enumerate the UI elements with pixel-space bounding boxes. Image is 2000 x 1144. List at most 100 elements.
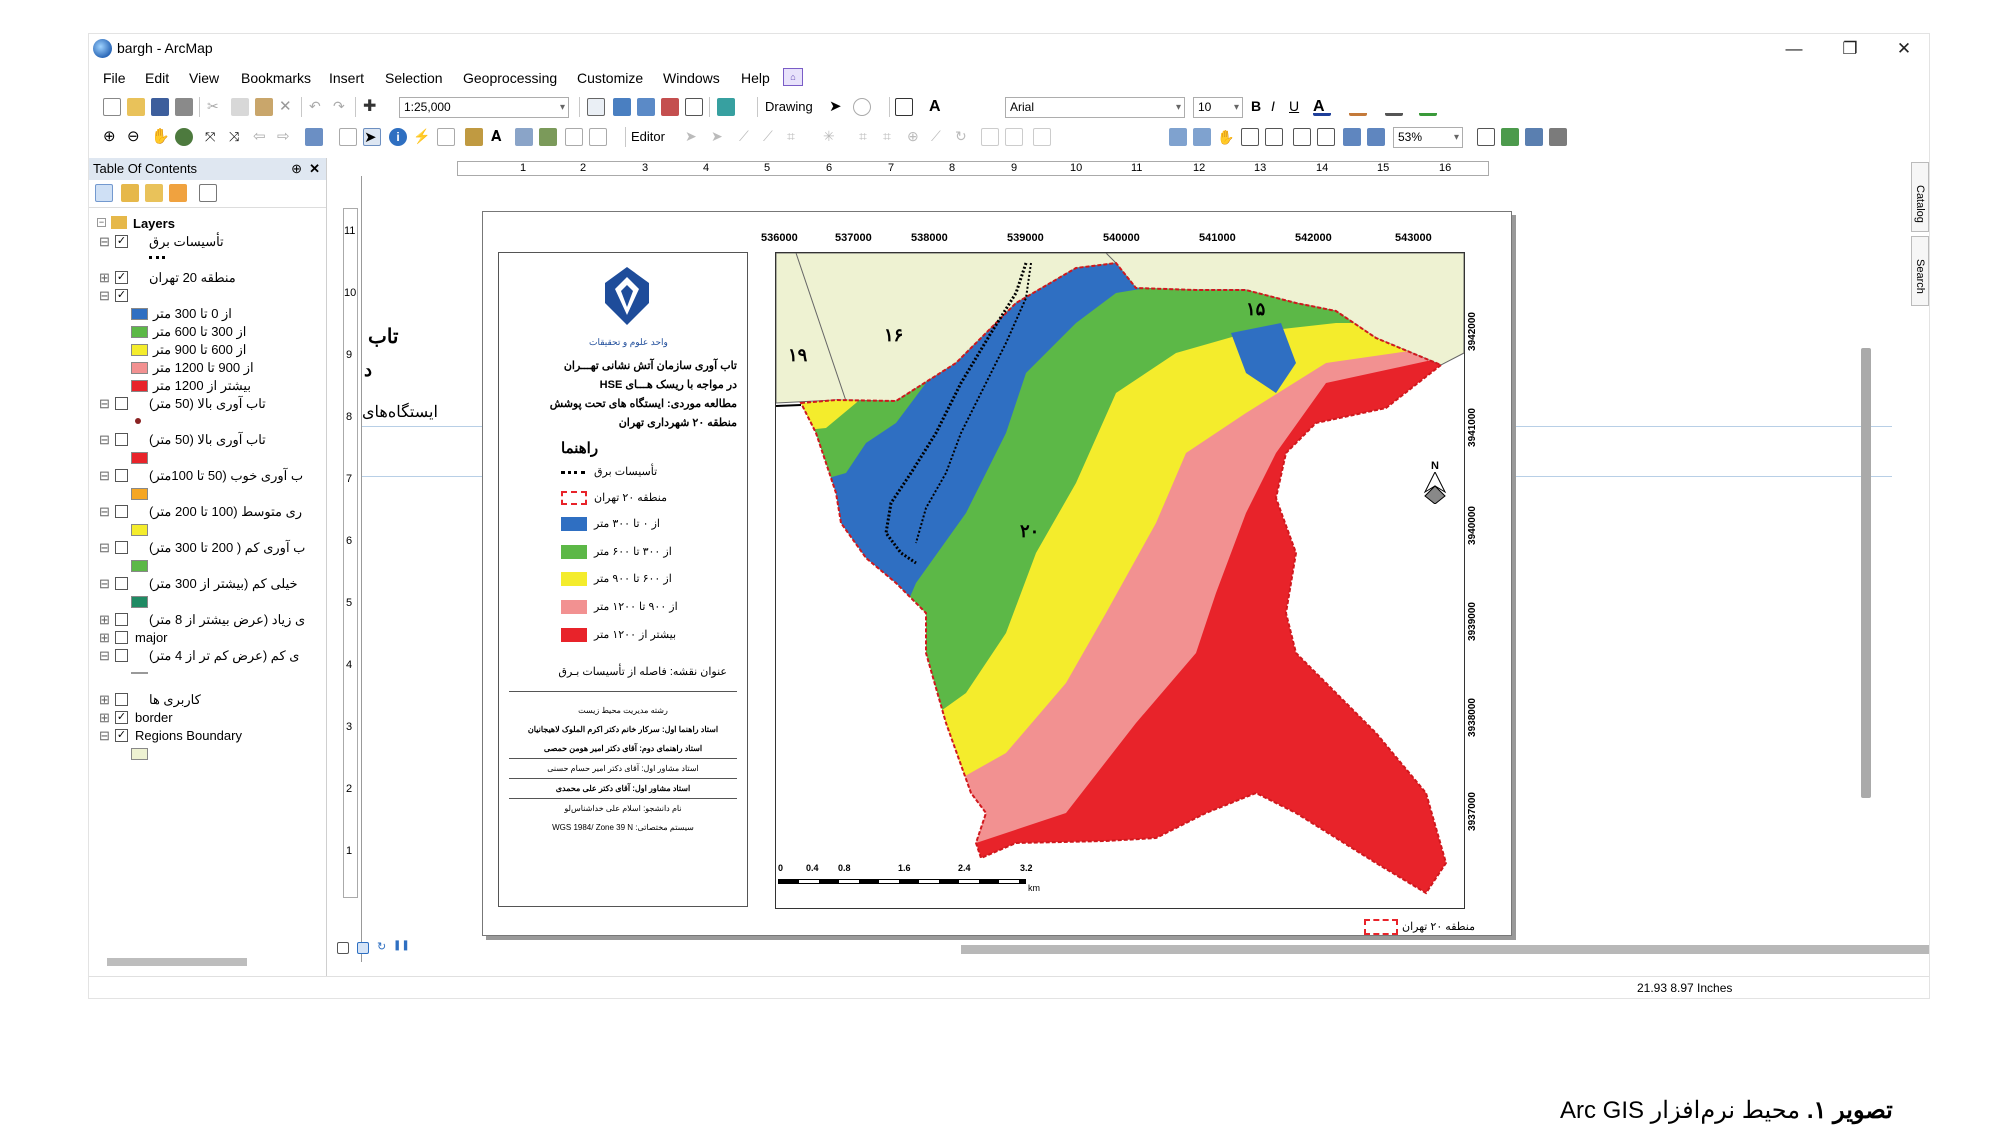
zoom-whole-page-icon[interactable] [1241,128,1259,146]
go-back-extent-icon[interactable] [1343,128,1361,146]
pause-icon[interactable]: ❚❚ [393,940,410,952]
split-icon[interactable]: ⟋ [931,128,949,146]
expand-icon[interactable]: ⊞ [99,710,110,726]
collapse-icon[interactable]: − [97,218,106,227]
text-tool-icon[interactable]: A [929,98,947,116]
line-color-icon[interactable] [1385,98,1403,116]
cut-icon[interactable]: ✂ [207,98,225,116]
list-by-drawing-order-icon[interactable] [95,184,113,202]
copy-icon[interactable] [231,98,249,116]
menu-windows[interactable]: Windows [663,70,720,86]
expand-icon[interactable]: ⊟ [99,540,110,556]
menu-customize[interactable]: Customize [577,70,643,86]
close-button[interactable]: ✕ [1889,38,1919,60]
refresh-icon[interactable]: ↻ [377,940,389,953]
font-size-combo[interactable]: 10 [1193,97,1243,118]
select-elements-icon[interactable]: ➤ [829,98,847,116]
create-features-icon[interactable] [1033,128,1051,146]
zoom-100-icon[interactable] [1265,128,1283,146]
full-extent-icon[interactable] [175,128,193,146]
endpoint-arc-icon[interactable]: ⟋ [763,128,781,146]
time-slider-icon[interactable] [565,128,583,146]
fixed-zoom-out-layout-icon[interactable] [1317,128,1335,146]
expand-icon[interactable]: ⊞ [99,612,110,628]
layer-row[interactable]: ⊞ ✓ border [89,708,325,728]
redo-icon[interactable]: ↷ [333,98,351,116]
search-tab[interactable]: Search [1911,236,1929,306]
print-icon[interactable] [175,98,193,116]
measure-icon[interactable] [465,128,483,146]
layer-row[interactable]: ⊟ تاب آوری بالا (50 متر) [89,430,325,450]
arcpy-icon[interactable]: ⌂ [783,68,803,86]
model-builder-icon[interactable] [717,98,735,116]
go-to-xy-icon[interactable] [539,128,557,146]
map-scale-combo[interactable]: 1:25,000 [399,97,569,118]
expand-icon[interactable]: ⊟ [99,576,110,592]
html-popup-icon[interactable] [437,128,455,146]
underline-button[interactable]: U [1289,98,1299,114]
delete-icon[interactable]: ✕ [279,98,297,116]
layer-checkbox[interactable] [115,649,128,662]
layer-row[interactable]: ⊞ کاربری ها [89,690,325,710]
add-data-icon[interactable]: ✚ [363,98,381,116]
catalog-window-icon[interactable] [637,98,655,116]
go-forward-extent-icon[interactable] [1367,128,1385,146]
find-icon[interactable]: 𝐀 [491,128,509,146]
open-folder-icon[interactable] [127,98,145,116]
expand-icon[interactable]: ⊟ [99,396,110,412]
list-by-source-icon[interactable] [121,184,139,202]
back-extent-icon[interactable]: ⇦ [253,128,271,146]
maximize-button[interactable]: ❐ [1835,38,1865,60]
sketch-properties-icon[interactable] [1005,128,1023,146]
layout-zoom-in-icon[interactable] [1169,128,1187,146]
bold-button[interactable]: B [1251,98,1261,114]
layer-checkbox[interactable]: ✓ [115,235,128,248]
layout-horizontal-scrollbar[interactable] [961,945,1929,954]
minimize-button[interactable]: — [1779,38,1809,60]
layer-checkbox[interactable]: ✓ [115,711,128,724]
layer-row[interactable]: ⊟ ✓ [89,286,325,306]
layout-vertical-scrollbar[interactable] [1861,348,1871,798]
rotate-edit-icon[interactable]: ↻ [955,128,973,146]
straight-segment-icon[interactable]: ⟋ [739,128,757,146]
drawing-menu[interactable]: Drawing [765,99,813,114]
editor-menu[interactable]: Editor [631,129,665,144]
new-document-icon[interactable] [103,98,121,116]
attributes-icon[interactable] [981,128,999,146]
layer-row[interactable]: ⊞ ✓ منطقه 20 تهران [89,268,325,288]
forward-extent-icon[interactable]: ⇨ [277,128,295,146]
map-data-frame[interactable]: ۱۵ ۱۶ ۱۹ ۲۰ 0 0.4 0.8 1.6 2.4 3.2 km [775,252,1465,909]
layer-checkbox[interactable] [115,397,128,410]
data-view-icon[interactable] [337,942,349,954]
list-by-selection-icon[interactable] [169,184,187,202]
menu-edit[interactable]: Edit [145,70,169,86]
expand-icon[interactable]: ⊞ [99,270,110,286]
expand-icon[interactable]: ⊞ [99,692,110,708]
table-of-contents-icon[interactable] [613,98,631,116]
layer-row[interactable]: ⊟ ب آوری خوب (50 تا 100متر) [89,466,325,486]
layer-checkbox[interactable] [115,433,128,446]
trace-icon[interactable]: ⌗ [787,128,805,146]
edit-tool-icon[interactable]: ➤ [685,128,703,146]
change-layout-icon[interactable] [1525,128,1543,146]
menu-help[interactable]: Help [741,70,770,86]
edit-annotation-icon[interactable]: ➤ [711,128,729,146]
toc-close-icon[interactable]: ✕ [309,158,320,180]
clear-selection-icon[interactable] [339,128,357,146]
layout-pan-icon[interactable]: ✋ [1217,128,1235,146]
rotate-icon[interactable] [853,98,871,116]
fixed-zoom-out-icon[interactable]: ⤨ [229,128,247,146]
list-by-visibility-icon[interactable] [145,184,163,202]
layer-checkbox[interactable] [115,505,128,518]
layer-row[interactable]: ⊟ ✓ Regions Boundary [89,726,325,746]
fill-color-icon[interactable] [1349,98,1367,116]
layer-checkbox[interactable] [115,541,128,554]
layout-zoom-combo[interactable]: 53% [1393,127,1463,148]
menu-geoprocessing[interactable]: Geoprocessing [463,70,557,86]
paste-icon[interactable] [255,98,273,116]
font-color-icon[interactable]: A [1313,98,1331,116]
arctoolbox-icon[interactable] [661,98,679,116]
menu-insert[interactable]: Insert [329,70,364,86]
layer-checkbox[interactable] [115,577,128,590]
toc-options-icon[interactable] [199,184,217,202]
